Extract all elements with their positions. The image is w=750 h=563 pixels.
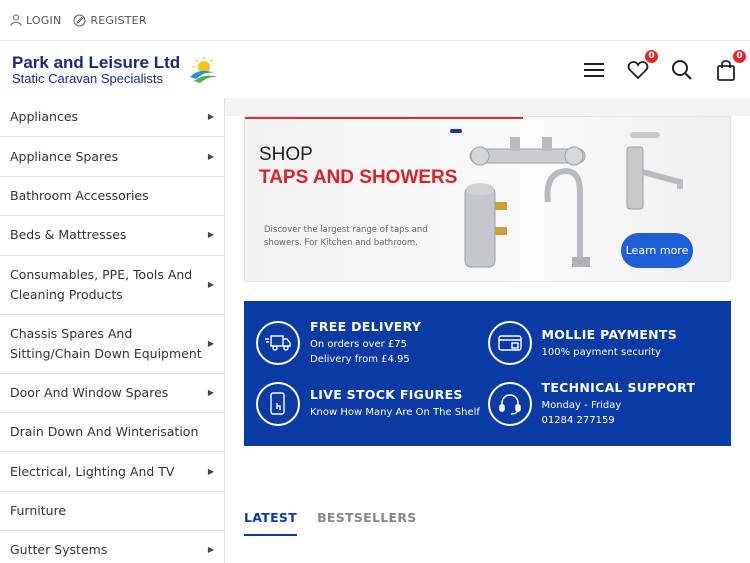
tab-latest[interactable]: LATEST bbox=[244, 510, 298, 536]
logo-tagline: Static Caravan Specialists bbox=[12, 71, 164, 86]
phone-touch-icon bbox=[270, 392, 285, 415]
caret-right-icon: ▶ bbox=[207, 387, 214, 397]
pencil-circle-icon bbox=[73, 14, 86, 26]
sidebar-item-label: Drain Down And Winterisation bbox=[10, 424, 199, 440]
site-header: Park and Leisure Ltd Static Caravan Spec… bbox=[0, 41, 750, 98]
menu-button[interactable] bbox=[582, 58, 606, 82]
login-label: LOGIN bbox=[26, 13, 62, 27]
feature-line1: 100% payment security bbox=[541, 346, 661, 358]
headset-icon bbox=[498, 394, 521, 415]
banner-progress-line bbox=[245, 117, 523, 119]
sidebar-item-beds-mattresses[interactable]: Beds & Mattresses ▶ bbox=[0, 216, 224, 256]
card-icon bbox=[497, 335, 522, 351]
feature-title: LIVE STOCK FIGURES bbox=[310, 387, 463, 403]
login-link[interactable]: LOGIN bbox=[10, 14, 61, 27]
sun-wave-logo-icon bbox=[190, 56, 219, 83]
features-panel: FREE DELIVERY On orders over £75 Deliver… bbox=[244, 301, 731, 446]
feature-title: FREE DELIVERY bbox=[310, 319, 422, 335]
sidebar-item-door-window-spares[interactable]: Door And Window Spares ▶ bbox=[0, 374, 224, 413]
sidebar-item-drain-down[interactable]: Drain Down And Winterisation bbox=[0, 413, 224, 453]
register-label: REGISTER bbox=[90, 13, 147, 27]
feature-line1: Know How Many Are On The Shelf bbox=[310, 407, 480, 419]
sidebar-item-label: Gutter Systems bbox=[10, 542, 108, 558]
cart-button[interactable]: 0 bbox=[714, 49, 746, 82]
feature-line1: Monday - Friday bbox=[541, 399, 622, 411]
feature-title: TECHNICAL SUPPORT bbox=[541, 379, 696, 395]
banner-headline: TAPS AND SHOWERS bbox=[259, 167, 458, 188]
feature-mollie-payments: MOLLIE PAYMENTS 100% payment security bbox=[487, 313, 720, 374]
sidebar-item-label: Appliance Spares bbox=[10, 148, 119, 164]
user-icon bbox=[10, 14, 22, 26]
feature-technical-support: TECHNICAL SUPPORT Monday - Friday 01284 … bbox=[487, 374, 720, 435]
sidebar-item-appliances[interactable]: Appliances ▶ bbox=[0, 98, 224, 138]
caret-right-icon: ▶ bbox=[207, 112, 214, 122]
caret-right-icon: ▶ bbox=[207, 545, 214, 555]
sidebar-item-label: Beds & Mattresses bbox=[10, 227, 127, 243]
sidebar-item-label: Furniture bbox=[10, 502, 67, 518]
cart-count-badge: 0 bbox=[733, 49, 746, 63]
register-link[interactable]: REGISTER bbox=[73, 14, 146, 27]
sidebar-item-label: Consumables, PPE, Tools And Cleaning Pro… bbox=[10, 266, 193, 302]
sidebar-item-label: Electrical, Lighting And TV bbox=[10, 463, 175, 479]
sidebar-item-electrical[interactable]: Electrical, Lighting And TV ▶ bbox=[0, 452, 224, 492]
feature-free-delivery: FREE DELIVERY On orders over £75 Deliver… bbox=[256, 313, 488, 374]
banner-shop-label: SHOP bbox=[259, 144, 313, 165]
sidebar-item-furniture[interactable]: Furniture bbox=[0, 492, 224, 532]
tab-bestsellers[interactable]: BESTSELLERS bbox=[317, 510, 417, 536]
learn-more-button[interactable]: Learn more bbox=[621, 233, 693, 268]
site-logo[interactable]: Park and Leisure Ltd Static Caravan Spec… bbox=[12, 54, 220, 85]
hero-banner[interactable]: SHOP TAPS AND SHOWERS Discover the large… bbox=[244, 116, 731, 282]
feature-line1: On orders over £75 bbox=[310, 339, 408, 351]
category-sidebar: Appliances ▶ Appliance Spares ▶ Bathroom A… bbox=[0, 98, 225, 563]
sidebar-item-bathroom-accessories[interactable]: Bathroom Accessories bbox=[0, 177, 224, 217]
main-area: Appliances ▶ Appliance Spares ▶ Bathroom A… bbox=[0, 98, 750, 563]
search-icon bbox=[672, 59, 692, 80]
banner-description: Discover the largest range of taps and s… bbox=[264, 225, 428, 248]
logo-name: Park and Leisure Ltd bbox=[12, 53, 181, 72]
feature-line2: 01284 277159 bbox=[541, 414, 615, 426]
content-area: SHOP TAPS AND SHOWERS Discover the large… bbox=[225, 98, 750, 563]
product-tabs: LATEST BESTSELLERS bbox=[244, 510, 731, 536]
sidebar-item-label: Appliances bbox=[10, 109, 79, 125]
wishlist-count-badge: 0 bbox=[645, 49, 658, 63]
feature-title: MOLLIE PAYMENTS bbox=[541, 326, 678, 342]
caret-right-icon: ▶ bbox=[207, 279, 214, 289]
feature-line2: Delivery from £4.95 bbox=[310, 354, 410, 366]
top-bar: LOGIN REGISTER bbox=[0, 0, 750, 41]
sidebar-item-consumables[interactable]: Consumables, PPE, Tools And Cleaning Pro… bbox=[0, 256, 224, 315]
sidebar-item-label: Door And Window Spares bbox=[10, 384, 169, 400]
wishlist-button[interactable]: 0 bbox=[626, 49, 658, 82]
caret-right-icon: ▶ bbox=[207, 338, 214, 348]
caret-right-icon: ▶ bbox=[207, 151, 214, 161]
search-button[interactable] bbox=[670, 58, 694, 82]
sidebar-item-label: Bathroom Accessories bbox=[10, 187, 149, 203]
hamburger-icon bbox=[584, 62, 604, 77]
feature-live-stock: LIVE STOCK FIGURES Know How Many Are On … bbox=[256, 374, 488, 435]
sidebar-item-gutter-systems[interactable]: Gutter Systems ▶ bbox=[0, 531, 224, 563]
sidebar-item-appliance-spares[interactable]: Appliance Spares ▶ bbox=[0, 137, 224, 177]
caret-right-icon: ▶ bbox=[207, 230, 214, 240]
sidebar-item-label: Chassis Spares And Sitting/Chain Down Eq… bbox=[10, 325, 202, 361]
sidebar-item-chassis-spares[interactable]: Chassis Spares And Sitting/Chain Down Eq… bbox=[0, 315, 224, 374]
truck-icon bbox=[265, 335, 291, 351]
caret-right-icon: ▶ bbox=[207, 466, 214, 476]
